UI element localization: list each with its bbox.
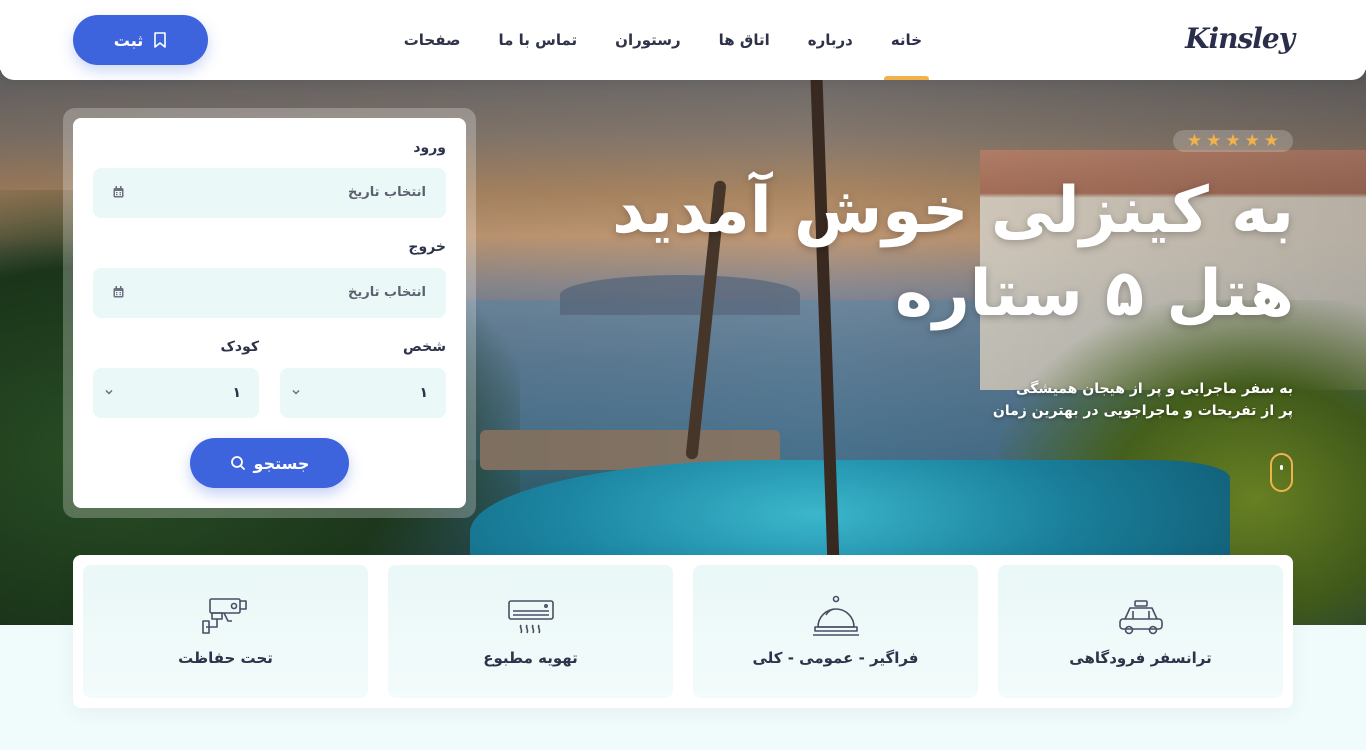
star-icon: ★ [1263, 130, 1280, 151]
hero-subtitle-line2: پر از تفریحات و ماجراجویی در بهترین زمان [992, 403, 1293, 419]
feature-card-security[interactable]: تحت حفاظت [83, 565, 368, 698]
booking-form: ورود انتخاب تاریخ خروج انتخاب تاریخ شخص … [73, 118, 466, 508]
checkin-placeholder: انتخاب تاریخ [348, 185, 426, 200]
adults-label: شخص [403, 339, 446, 355]
chevron-down-icon [105, 389, 113, 395]
feature-label: ترانسفر فرودگاهی [1069, 649, 1212, 667]
hero-title: به کینزلی خوش آمدید هتل ۵ ستاره [594, 170, 1294, 336]
search-label: جستجو [253, 453, 310, 473]
site-header: Kinsley خانه درباره اتاق ها رستوران تماس… [0, 0, 1366, 80]
checkout-date-input[interactable]: انتخاب تاریخ [93, 268, 446, 318]
hero-subtitle: به سفر ماجرایی و پر از هیجان همیشگی پر ا… [773, 378, 1293, 422]
star-icon: ★ [1225, 130, 1241, 151]
star-icon: ★ [1244, 130, 1260, 151]
feature-card-airport-transfer[interactable]: ترانسفر فرودگاهی [998, 565, 1283, 698]
children-select[interactable]: ۱ [93, 368, 259, 418]
search-button[interactable]: جستجو [190, 438, 349, 488]
nav-item-home[interactable]: خانه [872, 0, 941, 80]
features-strip: ترانسفر فرودگاهی فراگیر - عمومی - کلی ته… [73, 555, 1293, 708]
checkin-label: ورود [413, 140, 446, 156]
checkout-label: خروج [408, 239, 446, 255]
register-label: ثبت [113, 30, 144, 50]
feature-label: تحت حفاظت [178, 649, 273, 667]
nav-item-restaurant[interactable]: رستوران [596, 0, 700, 80]
checkin-date-input[interactable]: انتخاب تاریخ [93, 168, 446, 218]
security-camera-icon [201, 598, 247, 634]
hero-subtitle-line1: به سفر ماجرایی و پر از هیجان همیشگی [1016, 381, 1293, 397]
search-icon [230, 456, 245, 470]
nav-item-contact[interactable]: تماس با ما [480, 0, 597, 80]
scroll-down-indicator[interactable] [1270, 453, 1293, 492]
air-conditioner-icon [507, 600, 554, 634]
feature-card-air-conditioning[interactable]: تهویه مطبوع [388, 565, 673, 698]
children-label: کودک [220, 339, 259, 355]
adults-value: ۱ [419, 385, 428, 401]
feature-label: تهویه مطبوع [483, 649, 578, 667]
star-icon: ★ [1186, 130, 1203, 151]
hero-title-line2: هتل ۵ ستاره [895, 257, 1294, 332]
register-button[interactable]: ثبت [73, 15, 208, 65]
taxi-icon [1118, 600, 1163, 635]
checkout-placeholder: انتخاب تاریخ [348, 285, 426, 300]
nav-item-about[interactable]: درباره [789, 0, 872, 80]
nav-item-pages[interactable]: صفحات [385, 0, 480, 80]
nav-item-rooms[interactable]: اتاق ها [700, 0, 789, 80]
star-icon: ★ [1206, 130, 1222, 151]
adults-select[interactable]: ۱ [280, 368, 446, 418]
feature-label: فراگیر - عمومی - کلی [752, 649, 919, 667]
rating-stars: ★ ★ ★ ★ ★ [1173, 130, 1293, 152]
hero-title-line1: به کینزلی خوش آمدید [612, 174, 1294, 248]
service-bell-icon [812, 595, 859, 636]
children-value: ۱ [232, 385, 241, 401]
feature-card-all-inclusive[interactable]: فراگیر - عمومی - کلی [693, 565, 978, 698]
bookmark-icon [154, 32, 167, 48]
calendar-icon [113, 286, 124, 298]
logo[interactable]: Kinsley [1185, 22, 1295, 55]
main-nav: خانه درباره اتاق ها رستوران تماس با ما ص… [385, 0, 941, 80]
chevron-down-icon [292, 389, 300, 395]
calendar-icon [113, 186, 124, 198]
